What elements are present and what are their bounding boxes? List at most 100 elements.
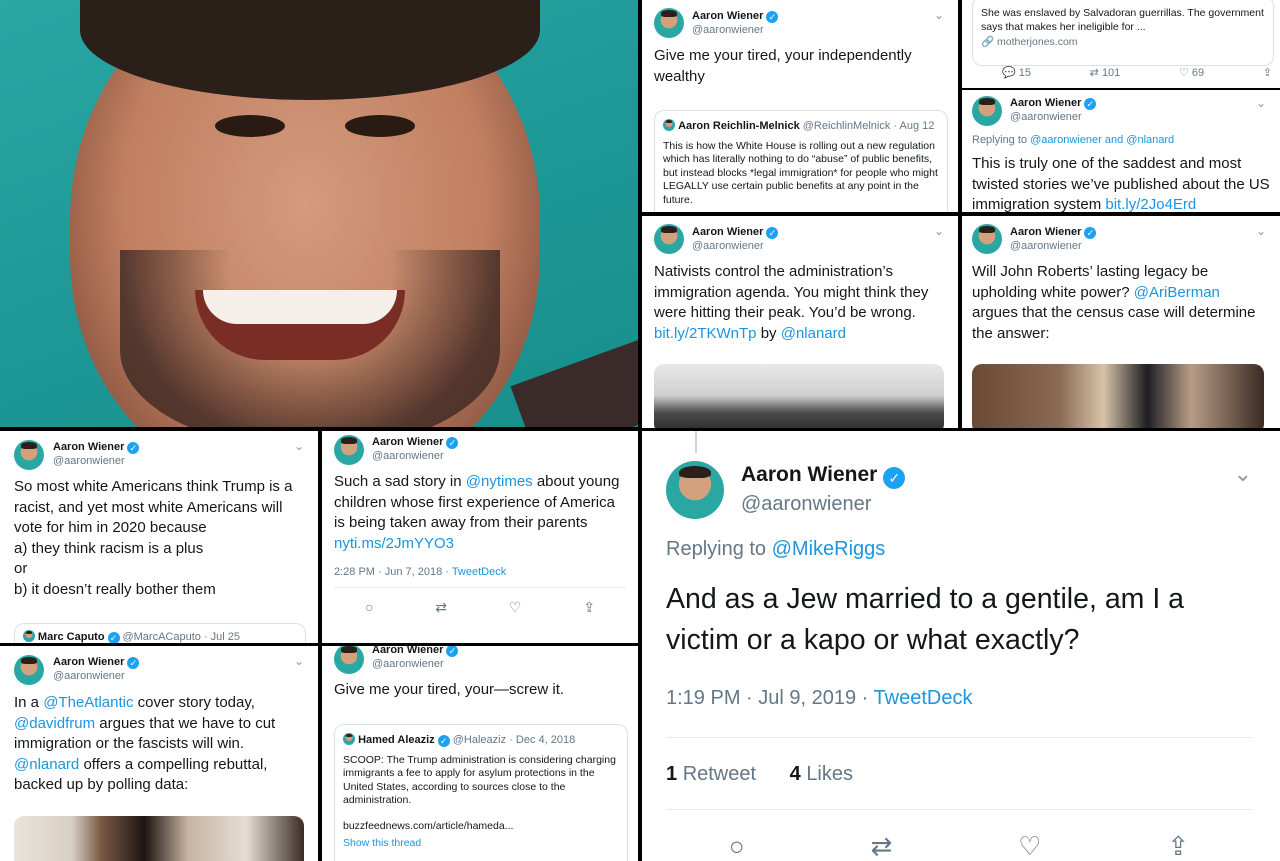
author-handle[interactable]: @aaronwiener (692, 240, 764, 252)
reply-icon[interactable]: ○ (729, 831, 745, 861)
verified-icon: ✓ (127, 657, 140, 669)
quote-author-handle: @MarcACaputo · Jul 25 (122, 631, 241, 643)
link-card[interactable]: She was enslaved by Salvadoran guerrilla… (972, 0, 1274, 66)
author-handle[interactable]: @aaronwiener (372, 450, 444, 462)
author-handle[interactable]: @aaronwiener (372, 658, 444, 670)
avatar[interactable] (334, 646, 364, 674)
author-handle[interactable]: @aaronwiener (53, 670, 125, 682)
reply-button[interactable]: 💬 15 (1002, 66, 1031, 79)
tweet-2-card[interactable]: She was enslaved by Salvadoran guerrilla… (962, 0, 1280, 88)
show-thread-link[interactable]: Show this thread (343, 837, 619, 851)
author-name[interactable]: Aaron Wiener ✓ (1010, 97, 1097, 110)
tweet-link[interactable]: bit.ly/2Jo4Erd (1105, 196, 1196, 212)
tweet-timestamp: 2:28 PM · Jun 7, 2018 · TweetDeck (334, 566, 507, 578)
verified-icon: ✓ (437, 735, 450, 747)
tweet-text: Such a sad story in @nytimes about young… (334, 473, 620, 552)
mention-link[interactable]: @davidfrum (14, 715, 95, 732)
verified-icon: ✓ (127, 442, 140, 454)
tweet-text: Will John Roberts’ lasting legacy be uph… (972, 263, 1256, 342)
author-name[interactable]: Aaron Wiener ✓ (372, 436, 459, 449)
tweet-9[interactable]: Aaron Wiener ✓ @aaronwiener ⌄ In a @TheAt… (0, 646, 318, 861)
author-name[interactable]: Aaron Wiener ✓ (692, 226, 779, 239)
like-count[interactable]: 4 Likes (790, 763, 853, 785)
quote-author-name: Aaron Reichlin-Melnick (678, 120, 800, 132)
divider (334, 587, 626, 588)
tweet-text: So most white Americans think Trump is a… (14, 478, 293, 598)
avatar[interactable] (666, 461, 724, 519)
share-icon[interactable]: ⇪ (1167, 831, 1189, 861)
author-name[interactable]: Aaron Wiener ✓ (53, 441, 140, 454)
author-handle[interactable]: @aaronwiener (741, 493, 871, 516)
tweet-text: In a @TheAtlantic cover story today, @da… (14, 694, 276, 793)
retweet-icon[interactable]: ⇄ (435, 599, 447, 616)
share-icon[interactable]: ⇪ (583, 599, 595, 616)
client-link[interactable]: TweetDeck (874, 687, 973, 709)
chevron-down-icon[interactable]: ⌄ (1234, 461, 1252, 487)
reply-mention[interactable]: @MikeRiggs (772, 538, 886, 560)
tweet-10[interactable]: Aaron Wiener ✓ @aaronwiener Give me your … (322, 646, 638, 861)
attached-photo[interactable] (14, 816, 304, 861)
like-icon[interactable]: ♡ (509, 599, 522, 616)
mention-link[interactable]: @nlanard (781, 325, 846, 342)
avatar[interactable] (14, 440, 44, 470)
author-handle[interactable]: @aaronwiener (1010, 111, 1082, 123)
tweet-text: This is truly one of the saddest and mos… (972, 155, 1270, 212)
author-name[interactable]: Aaron Wiener ✓ (372, 646, 459, 657)
right-eye (345, 115, 415, 137)
author-handle[interactable]: @aaronwiener (692, 24, 764, 36)
verified-icon: ✓ (1084, 227, 1097, 239)
tweet-link[interactable]: nyti.ms/2JmYYO3 (334, 535, 454, 552)
divider (666, 809, 1252, 810)
like-icon[interactable]: ♡ (1018, 831, 1041, 861)
mention-link[interactable]: @AriBerman (1134, 284, 1220, 301)
author-handle[interactable]: @aaronwiener (1010, 240, 1082, 252)
tweet-8[interactable]: Aaron Wiener ✓ @aaronwiener ⌄ Replying to… (642, 431, 1280, 861)
avatar[interactable] (654, 8, 684, 38)
avatar[interactable] (972, 96, 1002, 126)
quoted-tweet[interactable]: Marc Caputo ✓ @MarcACaputo · Jul 25 (14, 623, 306, 643)
attached-photo[interactable] (654, 364, 944, 428)
author-name[interactable]: Aaron Wiener ✓ (692, 10, 779, 23)
attached-photo[interactable] (972, 364, 1264, 428)
quoted-tweet[interactable]: Hamed Aleaziz ✓ @Haleaziz · Dec 4, 2018 S… (334, 724, 628, 861)
quoted-tweet[interactable]: Aaron Reichlin-Melnick @ReichlinMelnick … (654, 110, 948, 212)
chevron-down-icon[interactable]: ⌄ (1256, 224, 1266, 238)
quote-url[interactable]: buzzfeednews.com/article/hameda... (343, 820, 619, 834)
author-handle[interactable]: @aaronwiener (53, 455, 125, 467)
tweet-link[interactable]: bit.ly/2TKWnTp (654, 325, 757, 342)
avatar[interactable] (654, 224, 684, 254)
avatar[interactable] (14, 655, 44, 685)
client-link[interactable]: TweetDeck (452, 566, 506, 578)
share-icon[interactable]: ⇪ (1263, 66, 1272, 79)
chevron-down-icon[interactable]: ⌄ (294, 439, 304, 453)
chevron-down-icon[interactable]: ⌄ (294, 654, 304, 668)
avatar[interactable] (972, 224, 1002, 254)
tweet-7[interactable]: Aaron Wiener ✓ @aaronwiener Such a sad st… (322, 431, 638, 643)
tweet-1[interactable]: Aaron Wiener ✓ @aaronwiener ⌄ Give me you… (642, 0, 958, 212)
chevron-down-icon[interactable]: ⌄ (934, 8, 944, 22)
mention-link[interactable]: @nytimes (466, 473, 533, 490)
author-name[interactable]: Aaron Wiener ✓ (1010, 226, 1097, 239)
tweet-text: Nativists control the administration’s i… (654, 263, 929, 342)
action-bar: ○ ⇄ ♡ ⇪ (334, 599, 626, 616)
divider (666, 737, 1252, 738)
tweet-6[interactable]: Aaron Wiener ✓ @aaronwiener ⌄ So most whi… (0, 431, 318, 643)
tweet-5[interactable]: Aaron Wiener ✓ @aaronwiener ⌄ Will John R… (962, 216, 1280, 428)
chevron-down-icon[interactable]: ⌄ (1256, 96, 1266, 110)
mention-link[interactable]: @TheAtlantic (43, 694, 133, 711)
mention-link[interactable]: @nlanard (14, 756, 79, 773)
quote-date: · Aug 12 (893, 120, 935, 132)
reply-icon[interactable]: ○ (365, 599, 373, 616)
tweet-4[interactable]: Aaron Wiener ✓ @aaronwiener ⌄ Nativists c… (642, 216, 958, 428)
tweet-3[interactable]: Aaron Wiener ✓ @aaronwiener ⌄ Replying to… (962, 90, 1280, 212)
like-button[interactable]: ♡ 69 (1179, 66, 1204, 79)
chevron-down-icon[interactable]: ⌄ (934, 224, 944, 238)
reply-mentions[interactable]: @aaronwiener and @nlanard (1030, 134, 1174, 146)
retweet-count[interactable]: 1 Retweet (666, 763, 756, 785)
left-eye (215, 115, 285, 137)
retweet-button[interactable]: ⇄ 101 (1090, 66, 1121, 79)
author-name[interactable]: Aaron Wiener ✓ (741, 463, 906, 489)
author-name[interactable]: Aaron Wiener ✓ (53, 656, 140, 669)
avatar[interactable] (334, 435, 364, 465)
retweet-icon[interactable]: ⇄ (870, 831, 892, 861)
